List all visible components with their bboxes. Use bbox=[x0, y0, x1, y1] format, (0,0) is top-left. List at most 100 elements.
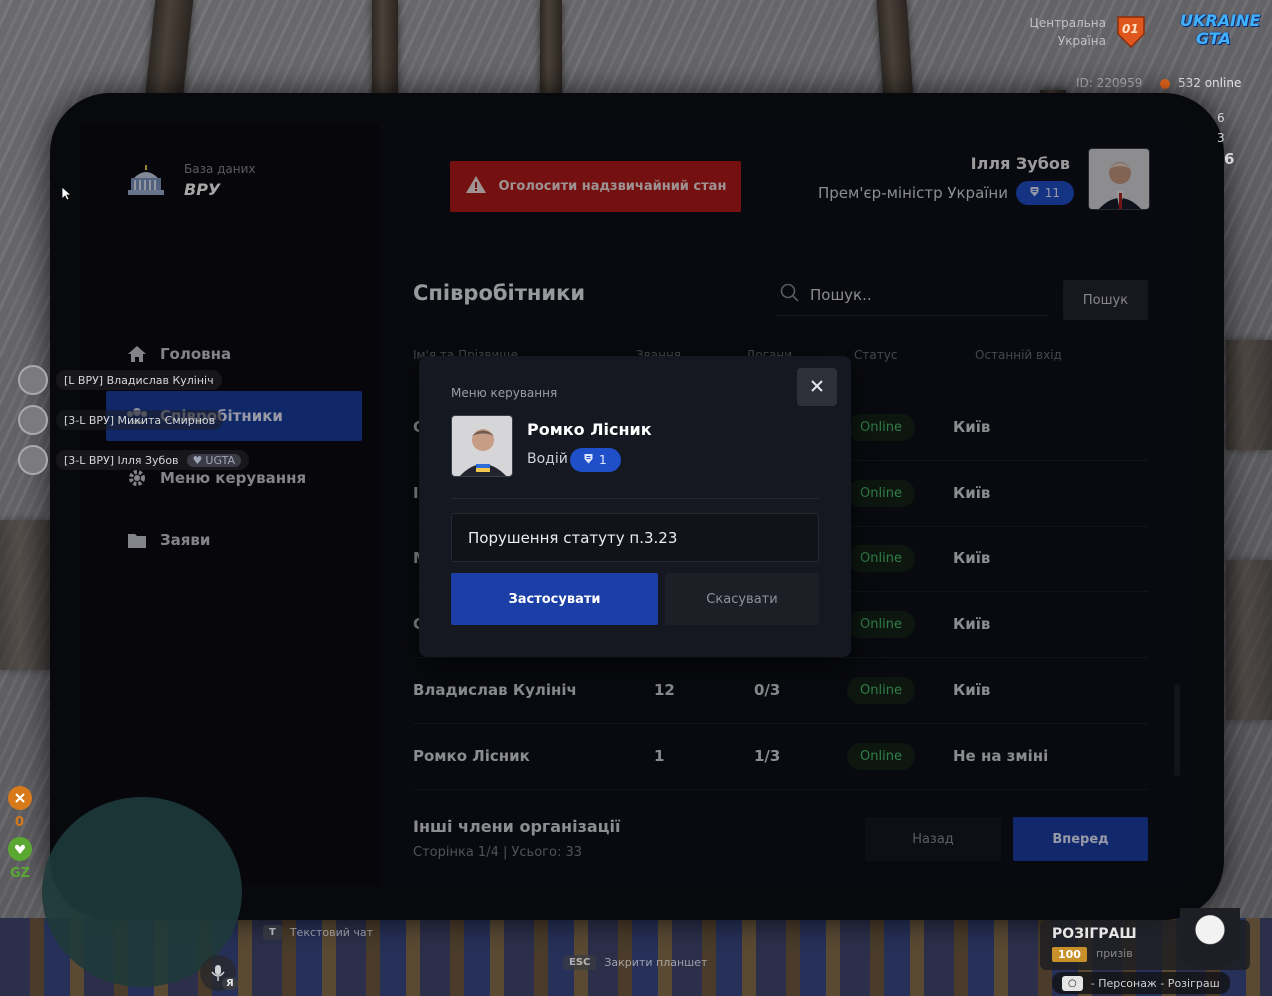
side-number: 6 bbox=[1224, 150, 1235, 168]
employee-last-login: Не на зміні bbox=[953, 747, 1049, 765]
next-page-button[interactable]: Вперед bbox=[1013, 817, 1148, 861]
ugta-badge: ♥ UGTA bbox=[186, 453, 241, 467]
sidebar: База даних ВРУ Головна Співробітники Мен… bbox=[80, 124, 380, 886]
sidebar-item-label: Меню керування bbox=[160, 469, 307, 487]
chat-hint: T Текстовий чат bbox=[263, 925, 373, 940]
declare-emergency-button[interactable]: Оголосити надзвичайний стан bbox=[450, 161, 741, 212]
table-row[interactable]: Ромко Лісник 1 1/3 Online Не на зміні bbox=[413, 725, 1148, 790]
current-user-role: Прем'єр-міністр України bbox=[817, 184, 1008, 202]
player-nametag-text: [L ВРУ] Владислав Кулініч bbox=[64, 373, 214, 387]
brand-subtitle: База даних bbox=[184, 162, 256, 176]
shield-icon bbox=[584, 453, 593, 467]
hud-region-line2: Україна bbox=[1057, 34, 1106, 48]
chat-hint-label: Текстовий чат bbox=[289, 926, 374, 939]
sidebar-item-requests[interactable]: Заяви bbox=[106, 515, 362, 565]
sidebar-item-label: Головна bbox=[160, 345, 232, 363]
employee-avatar bbox=[451, 415, 513, 477]
ugta-badge-text: UGTA bbox=[205, 453, 235, 467]
pagination-info: Сторінка 1/4 | Усього: 33 bbox=[413, 845, 583, 860]
gear-icon bbox=[126, 467, 148, 489]
shield-icon bbox=[1030, 186, 1039, 200]
region-shield-icon: 01 bbox=[1116, 14, 1146, 49]
player-avatar bbox=[18, 445, 48, 475]
home-icon bbox=[126, 343, 148, 365]
gz-label: GZ bbox=[10, 866, 31, 881]
search-input[interactable] bbox=[810, 285, 1030, 304]
employee-name: Ромко Лісник bbox=[527, 420, 652, 439]
parliament-logo-icon bbox=[126, 164, 166, 198]
reason-input[interactable] bbox=[451, 513, 819, 562]
player-avatar bbox=[18, 365, 48, 395]
chat-key: T bbox=[263, 925, 282, 940]
employee-rank-badge: 1 bbox=[570, 448, 621, 472]
server-logo: UKRAINE GTA bbox=[1180, 12, 1260, 52]
column-header-last-login: Останній вхід bbox=[975, 348, 1062, 362]
player-nametag-text: [3-L ВРУ] Ілля Зубов bbox=[64, 453, 179, 467]
search-icon bbox=[780, 283, 800, 307]
mouse-cursor-icon bbox=[61, 186, 73, 205]
prize-banner[interactable]: РОЗІГРАШ 100 призів bbox=[1040, 908, 1250, 970]
search-button[interactable]: Пошук bbox=[1063, 280, 1148, 320]
player-nametag: [3-L ВРУ] Ілля Зубов ♥ UGTA bbox=[56, 450, 249, 470]
side-number: 6 bbox=[1217, 111, 1225, 125]
prize-hint-label: - Персонаж - Розіграш bbox=[1090, 976, 1220, 990]
page-title: Співробітники bbox=[413, 281, 586, 305]
current-user-name: Ілля Зубов bbox=[970, 154, 1070, 173]
hud-region-line1: Центральна bbox=[1029, 16, 1106, 30]
prize-hint: ○ - Персонаж - Розіграш bbox=[1052, 972, 1230, 994]
status-badge: Online bbox=[847, 545, 915, 572]
current-user-rank-badge: 11 bbox=[1015, 181, 1074, 205]
modal-close-button[interactable] bbox=[797, 368, 837, 406]
prev-page-button[interactable]: Назад bbox=[865, 817, 1001, 861]
table-row[interactable]: Владислав Кулініч 12 0/3 Online Київ bbox=[413, 659, 1148, 724]
employee-rank: 1 bbox=[654, 747, 665, 765]
status-badge: Online bbox=[847, 480, 915, 507]
prize-count: 100 bbox=[1052, 947, 1087, 962]
food-icon bbox=[8, 786, 32, 810]
table-scrollbar[interactable] bbox=[1174, 684, 1180, 776]
close-icon bbox=[810, 378, 824, 397]
control-menu-modal: Меню керування Ромко Лісник Водій 1 Заст… bbox=[419, 356, 851, 657]
apply-button[interactable]: Застосувати bbox=[451, 573, 658, 625]
esc-key: ESC bbox=[563, 955, 597, 970]
player-id: ID: 220959 bbox=[1076, 76, 1143, 90]
player-nametag: [L ВРУ] Владислав Кулініч bbox=[56, 370, 222, 390]
employee-role: Водій bbox=[527, 451, 568, 467]
other-members-title: Інші члени організації bbox=[413, 817, 621, 836]
player-nametag: [3-L ВРУ] Микита Смирнов bbox=[56, 410, 224, 430]
prize-subtitle: призів bbox=[1096, 947, 1133, 960]
column-header-status: Статус bbox=[854, 348, 898, 362]
employee-warnings: 0/3 bbox=[754, 681, 781, 699]
employee-name: Владислав Кулініч bbox=[413, 681, 577, 699]
cancel-button[interactable]: Скасувати bbox=[665, 573, 819, 625]
employee-rank: 1 bbox=[599, 453, 607, 467]
voice-mic-icon: Я bbox=[200, 955, 238, 991]
employee-name: І bbox=[413, 484, 419, 502]
current-user-rank: 11 bbox=[1044, 186, 1060, 200]
player-avatar bbox=[18, 405, 48, 435]
current-user-avatar bbox=[1088, 148, 1150, 210]
warning-icon bbox=[465, 175, 487, 198]
health-icon bbox=[8, 837, 32, 861]
divider bbox=[451, 498, 819, 499]
region-code: 01 bbox=[1122, 22, 1139, 36]
online-dot-icon bbox=[1160, 79, 1170, 89]
close-tablet-hint: ESC Закрити планшет bbox=[563, 955, 707, 970]
search-box bbox=[776, 274, 1048, 316]
employee-last-login: Київ bbox=[953, 549, 991, 567]
hud-region-label: Центральна Україна bbox=[1030, 14, 1106, 50]
employee-last-login: Київ bbox=[953, 484, 991, 502]
brand-title: ВРУ bbox=[184, 180, 221, 199]
employee-last-login: Київ bbox=[953, 615, 991, 633]
prize-character-image bbox=[1180, 908, 1240, 970]
mic-key: Я bbox=[222, 977, 238, 990]
folder-icon bbox=[126, 529, 148, 551]
status-badge: Online bbox=[847, 743, 915, 770]
side-number: 3 bbox=[1217, 131, 1225, 145]
player-nametag-text: [3-L ВРУ] Микита Смирнов bbox=[64, 413, 216, 427]
heart-icon: ♥ bbox=[192, 453, 203, 467]
declare-emergency-label: Оголосити надзвичайний стан bbox=[498, 179, 727, 194]
status-badge: Online bbox=[847, 677, 915, 704]
server-logo-line2: GTA bbox=[1196, 29, 1231, 48]
status-badge: Online bbox=[847, 414, 915, 441]
